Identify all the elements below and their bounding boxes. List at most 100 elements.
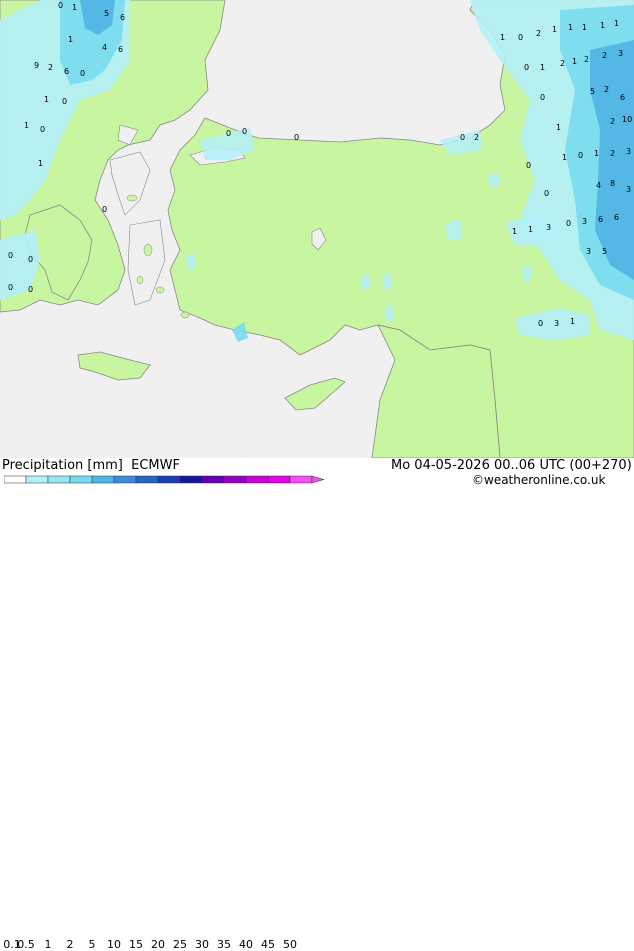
map-value-label: 1 bbox=[614, 19, 619, 28]
map-value-label: 0 bbox=[28, 285, 33, 294]
map-value-label: 0 bbox=[8, 251, 13, 260]
colorbar-swatch bbox=[4, 475, 27, 484]
map-value-label: 1 bbox=[540, 63, 545, 72]
map-value-label: 1 bbox=[24, 121, 29, 130]
map-value-label: 6 bbox=[118, 45, 123, 54]
map-value-label: 3 bbox=[626, 185, 631, 194]
map-value-label: 0 bbox=[526, 161, 531, 170]
footer: Precipitation [mm] ECMWF Mo 04-05-2026 0… bbox=[0, 458, 634, 951]
colorbar-label: 10 bbox=[107, 938, 121, 951]
map-value-label: 0 bbox=[518, 33, 523, 42]
map-value-label: 6 bbox=[120, 13, 125, 22]
colorbar-label: 20 bbox=[151, 938, 165, 951]
map-value-label: 5 bbox=[602, 247, 607, 256]
map-value-label: 2 bbox=[584, 55, 589, 64]
map-value-label: 0 bbox=[102, 205, 107, 214]
map-value-label: 10 bbox=[622, 115, 632, 124]
colorbar-swatch bbox=[289, 475, 313, 484]
map-value-label: 1 bbox=[562, 153, 567, 162]
map-value-label: 2 bbox=[602, 51, 607, 60]
map-value-label: 6 bbox=[620, 93, 625, 102]
colorbar-swatch bbox=[113, 475, 137, 484]
map-value-label: 3 bbox=[586, 247, 591, 256]
map-value-label: 2 bbox=[560, 59, 565, 68]
map-value-label: 3 bbox=[618, 49, 623, 58]
map-value-label: 0 bbox=[40, 125, 45, 134]
map-value-label: 2 bbox=[604, 85, 609, 94]
map-value-label: 0 bbox=[242, 127, 247, 136]
map-value-label: 2 bbox=[610, 117, 615, 126]
colorbar-label: 40 bbox=[239, 938, 253, 951]
valid-datetime: Mo 04-05-2026 00..06 UTC (00+270) bbox=[391, 458, 632, 473]
colorbar-label: 35 bbox=[217, 938, 231, 951]
map-value-label: 4 bbox=[596, 181, 601, 190]
map-value-label: 1 bbox=[512, 227, 517, 236]
map-value-label: 5 bbox=[590, 87, 595, 96]
colorbar-label: 0.5 bbox=[17, 938, 35, 951]
map-value-label: 5 bbox=[104, 9, 109, 18]
map-value-label: 1 bbox=[600, 21, 605, 30]
map-value-label: 0 bbox=[8, 283, 13, 292]
map-value-label: 1 bbox=[570, 317, 575, 326]
colorbar-label: 25 bbox=[173, 938, 187, 951]
map-value-label: 2 bbox=[48, 63, 53, 72]
colorbar-label: 45 bbox=[261, 938, 275, 951]
map-value-label: 8 bbox=[610, 179, 615, 188]
credit-text: ©weatheronline.co.uk bbox=[472, 473, 606, 487]
map-value-label: 0 bbox=[544, 189, 549, 198]
map-value-label: 3 bbox=[582, 217, 587, 226]
map-value-label: 1 bbox=[572, 57, 577, 66]
map-value-label: 4 bbox=[102, 43, 107, 52]
map-value-label: 2 bbox=[474, 133, 479, 142]
map-value-label: 2 bbox=[610, 149, 615, 158]
colorbar-label: 5 bbox=[88, 938, 96, 951]
map-value-label: 0 bbox=[62, 97, 67, 106]
map-value-label: 0 bbox=[28, 255, 33, 264]
map-value-label: 3 bbox=[554, 319, 559, 328]
map-value-label: 1 bbox=[72, 3, 77, 12]
map-value-label: 0 bbox=[566, 219, 571, 228]
colorbar-label: 15 bbox=[129, 938, 143, 951]
colorbar-swatch bbox=[69, 475, 93, 484]
map-value-label: 6 bbox=[614, 213, 619, 222]
map-value-label: 2 bbox=[536, 29, 541, 38]
colorbar-label: 30 bbox=[195, 938, 209, 951]
map-value-label: 1 bbox=[582, 23, 587, 32]
precipitation-map: 1056146926010101000000001001021111122321… bbox=[0, 0, 634, 459]
map-value-label: 1 bbox=[500, 33, 505, 42]
colorbar bbox=[4, 475, 325, 484]
map-value-label: 1 bbox=[528, 225, 533, 234]
map-value-label: 3 bbox=[546, 223, 551, 232]
map-value-label: 1 bbox=[552, 25, 557, 34]
map-value-label: 1 bbox=[44, 95, 49, 104]
map-value-label: 0 bbox=[524, 63, 529, 72]
map-value-label: 3 bbox=[626, 147, 631, 156]
map-value-label: 0 bbox=[578, 151, 583, 160]
colorbar-arrow bbox=[311, 475, 325, 484]
colorbar-swatch bbox=[135, 475, 159, 484]
map-value-label: 0 bbox=[294, 133, 299, 142]
colorbar-swatch bbox=[223, 475, 247, 484]
map-value-label: 0 bbox=[540, 93, 545, 102]
map-value-label: 1 bbox=[38, 159, 43, 168]
map-value-label: 1 bbox=[594, 149, 599, 158]
map-value-label: 0 bbox=[460, 133, 465, 142]
colorbar-swatch bbox=[25, 475, 49, 484]
product-title: Precipitation [mm] ECMWF bbox=[2, 458, 180, 473]
colorbar-swatch bbox=[179, 475, 203, 484]
colorbar-label: 2 bbox=[66, 938, 74, 951]
map-value-label: 9 bbox=[34, 61, 39, 70]
map-value-label: 6 bbox=[64, 67, 69, 76]
map-value-label: 1 bbox=[568, 23, 573, 32]
map-value-label: 6 bbox=[598, 215, 603, 224]
map-value-label: 1 bbox=[556, 123, 561, 132]
map-value-label: 0 bbox=[538, 319, 543, 328]
colorbar-swatch bbox=[267, 475, 291, 484]
colorbar-swatch bbox=[157, 475, 181, 484]
map-value-label: 0 bbox=[226, 129, 231, 138]
map-value-label: 0 bbox=[58, 1, 63, 10]
colorbar-swatch bbox=[47, 475, 71, 484]
colorbar-swatch bbox=[245, 475, 269, 484]
map-value-label: 0 bbox=[80, 69, 85, 78]
colorbar-swatch bbox=[201, 475, 225, 484]
